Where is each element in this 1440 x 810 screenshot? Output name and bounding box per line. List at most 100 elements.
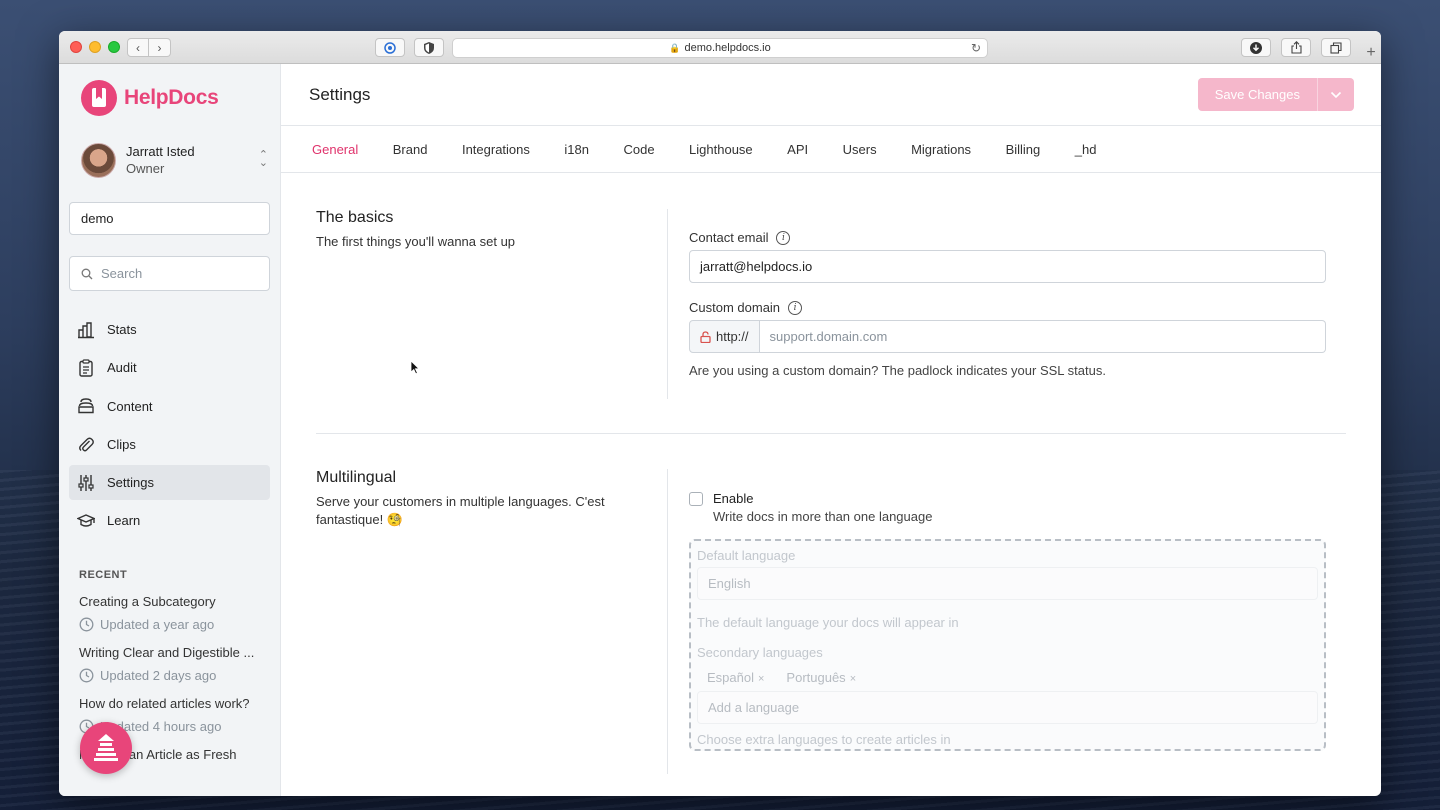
custom-domain-label: Custom domain i xyxy=(689,300,1326,315)
sidebar-item-audit[interactable]: Audit xyxy=(69,350,270,385)
default-language-select[interactable]: English xyxy=(697,567,1318,600)
recent-item[interactable]: Creating a Subcategory Updated a year ag… xyxy=(79,594,270,632)
unlocked-padlock-icon xyxy=(700,330,711,343)
knowledge-base-selector[interactable]: demo xyxy=(69,202,270,235)
privacy-shield-button[interactable] xyxy=(414,38,444,57)
info-icon[interactable]: i xyxy=(788,300,803,315)
tab-general[interactable]: General xyxy=(312,142,358,157)
forward-button[interactable]: › xyxy=(149,38,171,57)
info-icon[interactable]: i xyxy=(776,230,791,245)
share-button[interactable] xyxy=(1281,38,1311,57)
tab-lighthouse[interactable]: Lighthouse xyxy=(689,142,753,157)
search-placeholder: Search xyxy=(101,266,143,281)
sidebar-item-label: Content xyxy=(107,398,153,414)
browser-window: ‹ › 🔒 demo.helpdocs.io ↻ + HelpDocs Jarr… xyxy=(59,31,1381,796)
secondary-languages-label: Secondary languages xyxy=(697,645,823,660)
language-settings-panel: Default language English The default lan… xyxy=(689,539,1326,751)
graduation-cap-icon xyxy=(77,514,95,527)
tab-users[interactable]: Users xyxy=(843,142,877,157)
search-icon xyxy=(81,268,93,279)
custom-domain-input[interactable]: support.domain.com xyxy=(759,320,1326,353)
brand-name: HelpDocs xyxy=(124,86,219,109)
language-tag: Português × xyxy=(786,670,856,685)
history-nav: ‹ › xyxy=(127,38,171,57)
sidebar-item-settings[interactable]: Settings xyxy=(69,465,270,501)
minimize-window-button[interactable] xyxy=(89,41,101,53)
tab-billing[interactable]: Billing xyxy=(1006,142,1041,157)
tab-i18n[interactable]: i18n xyxy=(564,142,589,157)
multilingual-section: Multilingual Serve your customers in mul… xyxy=(316,434,1346,774)
recent-meta: Updated 2 days ago xyxy=(79,668,270,683)
sliders-icon xyxy=(78,474,94,491)
close-window-button[interactable] xyxy=(70,41,82,53)
page-header: Settings Save Changes xyxy=(281,64,1381,126)
lighthouse-icon xyxy=(94,734,118,761)
tab-brand[interactable]: Brand xyxy=(393,142,428,157)
default-language-help: The default language your docs will appe… xyxy=(697,615,959,630)
add-language-input[interactable]: Add a language xyxy=(697,691,1318,724)
paperclip-icon xyxy=(79,437,94,452)
clock-icon xyxy=(79,618,94,632)
url-text: demo.helpdocs.io xyxy=(684,42,771,54)
enable-multilingual-checkbox[interactable] xyxy=(689,492,703,506)
clipboard-icon xyxy=(79,359,93,377)
save-button-group: Save Changes xyxy=(1197,78,1354,111)
chevron-up-down-icon[interactable]: ⌃ ⌄ xyxy=(259,150,268,169)
sidebar-item-label: Stats xyxy=(107,322,137,337)
save-options-button[interactable] xyxy=(1318,78,1354,111)
save-changes-button[interactable]: Save Changes xyxy=(1198,78,1318,111)
tabs-overview-button[interactable] xyxy=(1321,38,1351,57)
tab-api[interactable]: API xyxy=(787,142,808,157)
recent-meta-text: Updated a year ago xyxy=(100,617,215,633)
helpdocs-widget-button[interactable] xyxy=(80,722,132,774)
user-menu[interactable]: Jarratt Isted Owner ⌃ ⌄ xyxy=(81,142,270,178)
recent-title: How do related articles work? xyxy=(79,696,250,712)
mouse-cursor-icon xyxy=(410,360,420,375)
remove-tag-icon[interactable]: × xyxy=(758,673,764,685)
sidebar-item-content[interactable]: Content xyxy=(69,389,270,424)
address-bar[interactable]: 🔒 demo.helpdocs.io ↻ xyxy=(452,38,988,58)
password-icon xyxy=(384,41,396,54)
tab-code[interactable]: Code xyxy=(623,142,654,157)
sidebar-item-label: Settings xyxy=(107,475,154,491)
sidebar-item-learn[interactable]: Learn xyxy=(69,503,270,538)
recent-item[interactable]: Writing Clear and Digestible ... Updated… xyxy=(79,645,270,683)
tab-hd[interactable]: _hd xyxy=(1075,142,1097,157)
download-icon xyxy=(1250,41,1262,54)
section-title: Multilingual xyxy=(316,469,397,486)
recent-title: Creating a Subcategory xyxy=(79,594,216,610)
checkbox-label: Enable xyxy=(713,491,754,506)
reload-icon[interactable]: ↻ xyxy=(971,41,981,55)
share-icon xyxy=(1290,41,1302,54)
user-role: Owner xyxy=(126,161,165,176)
new-tab-button[interactable]: + xyxy=(1361,43,1381,64)
search-input[interactable]: Search xyxy=(69,256,270,291)
recent-meta-text: Updated 2 days ago xyxy=(100,668,217,684)
helpdocs-logo-icon xyxy=(81,80,117,116)
sidebar-nav: Stats Audit Content Clips Settings Learn xyxy=(69,312,270,538)
field-label-text: Contact email xyxy=(689,230,769,245)
contact-email-field[interactable]: jarratt@helpdocs.io xyxy=(689,250,1326,283)
brand-logo[interactable]: HelpDocs xyxy=(81,80,270,116)
sidebar-item-clips[interactable]: Clips xyxy=(69,427,270,462)
user-name: Jarratt Isted xyxy=(126,144,195,159)
section-description: Serve your customers in multiple languag… xyxy=(316,494,605,527)
maximize-window-button[interactable] xyxy=(108,41,120,53)
page-title: Settings xyxy=(309,85,371,104)
main-panel: Settings Save Changes General Brand Inte… xyxy=(281,64,1381,796)
remove-tag-icon[interactable]: × xyxy=(850,673,856,685)
chart-icon xyxy=(78,321,94,338)
secondary-language-tags: Español × Português × xyxy=(697,667,1318,687)
tab-migrations[interactable]: Migrations xyxy=(911,142,971,157)
custom-domain-field: http:// support.domain.com xyxy=(689,320,1326,353)
section-title: The basics xyxy=(316,209,394,226)
downloads-button[interactable] xyxy=(1241,38,1271,57)
sidebar-item-stats[interactable]: Stats xyxy=(69,312,270,347)
clock-icon xyxy=(79,669,94,683)
back-button[interactable]: ‹ xyxy=(127,38,149,57)
tab-integrations[interactable]: Integrations xyxy=(462,142,530,157)
domain-prefix: http:// xyxy=(716,329,749,344)
password-extension-button[interactable] xyxy=(375,38,405,57)
shield-icon xyxy=(424,41,434,54)
sidebar-item-label: Audit xyxy=(107,360,137,376)
